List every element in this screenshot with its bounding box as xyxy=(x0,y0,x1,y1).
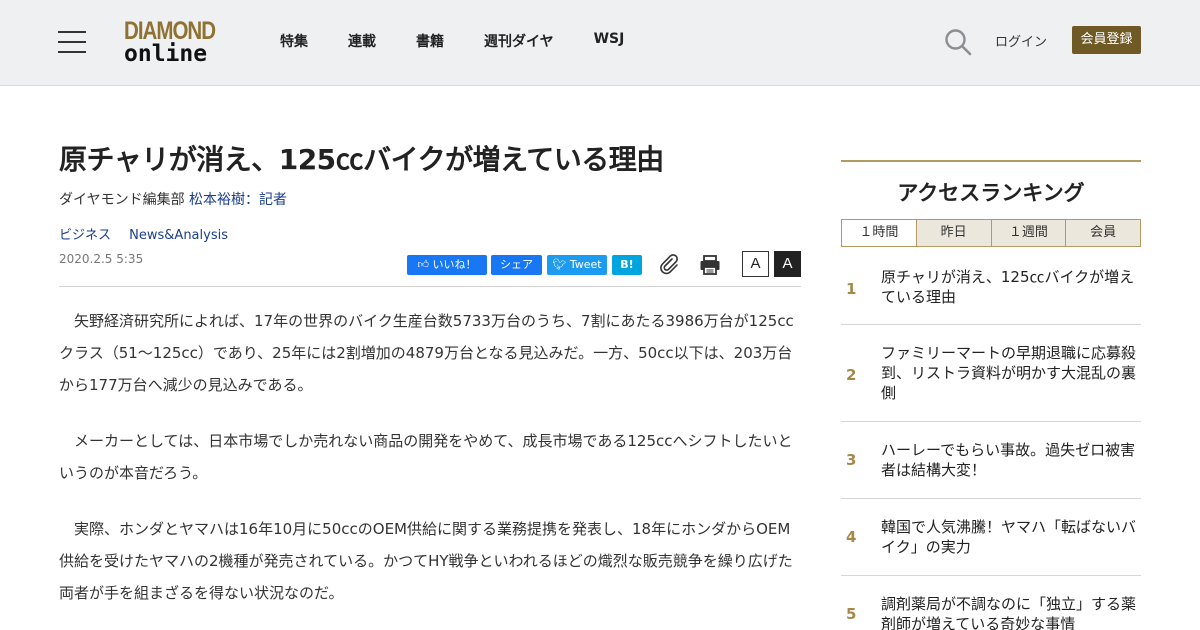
ranking-heading: アクセスランキング xyxy=(897,181,1085,205)
ranking-list: 1 原チャリが消え、125㏄バイクが増えている理由 2 ファミリーマートの早期退… xyxy=(841,247,1141,630)
tab-yesterday[interactable]: 昨日 xyxy=(916,219,992,247)
twitter-bird-icon: 🐦︎ xyxy=(552,258,567,271)
nav-item-series[interactable]: 連載 xyxy=(348,31,376,51)
article-title: 原チャリが消え、125㏄バイクが増えている理由 xyxy=(59,143,664,176)
author-link[interactable]: 松本裕樹：記者 xyxy=(189,192,287,208)
sidebar-divider xyxy=(841,160,1141,162)
font-size-normal-button[interactable]: A xyxy=(742,251,769,277)
nav-item-weekly-diamond[interactable]: 週刊ダイヤ xyxy=(484,31,554,51)
ranking-item[interactable]: 5 調剤薬局が不調なのに「独立」する薬剤師が増えている奇妙な事情 xyxy=(841,576,1141,630)
main-nav: 特集 連載 書籍 週刊ダイヤ WSJ xyxy=(280,31,664,51)
facebook-share-button[interactable]: シェア xyxy=(491,255,542,275)
rank-number: 1 xyxy=(846,280,857,298)
tag-link-business[interactable]: ビジネス xyxy=(59,228,111,243)
site-logo[interactable]: DIAMOND online xyxy=(124,17,228,67)
tweet-button[interactable]: 🐦︎ Tweet xyxy=(547,255,607,275)
login-link[interactable]: ログイン xyxy=(995,31,1047,50)
ranking-tabs: １時間 昨日 １週間 会員 xyxy=(841,219,1141,247)
tweet-label: Tweet xyxy=(569,258,602,271)
rank-number: 2 xyxy=(846,366,857,384)
article-paragraph: 実際、ホンダとヤマハは16年10月に50ccのOEM供給に関する業務提携を発表し… xyxy=(59,520,793,602)
tab-members[interactable]: 会員 xyxy=(1066,219,1141,247)
logo-top-text: DIAMOND xyxy=(124,17,216,45)
rank-number: 5 xyxy=(846,605,857,623)
logo-bottom-text: online xyxy=(124,41,208,67)
tab-1-hour[interactable]: １時間 xyxy=(841,219,917,247)
tag-link-news-analysis[interactable]: News&Analysis xyxy=(129,228,228,243)
rank-number: 3 xyxy=(846,451,857,469)
rank-title: ハーレーでもらい事故。過失ゼロ被害者は結構大変！ xyxy=(881,441,1136,479)
byline: ダイヤモンド編集部 松本裕樹：記者 xyxy=(59,189,287,209)
ranking-item[interactable]: 2 ファミリーマートの早期退職に応募殺到、リストラ資料が明かす大混乱の裏側 xyxy=(841,325,1141,422)
site-header: DIAMOND online 特集 連載 書籍 週刊ダイヤ WSJ ログイン 会… xyxy=(0,0,1200,86)
font-size-large-button[interactable]: A xyxy=(774,251,801,277)
rank-title: ファミリーマートの早期退職に応募殺到、リストラ資料が明かす大混乱の裏側 xyxy=(881,344,1137,402)
ranking-item[interactable]: 1 原チャリが消え、125㏄バイクが増えている理由 xyxy=(841,247,1141,325)
publish-date: 2020.2.5 5:35 xyxy=(59,252,144,266)
nav-item-books[interactable]: 書籍 xyxy=(416,31,444,51)
facebook-like-label: いいね！ xyxy=(432,258,477,271)
byline-department: ダイヤモンド編集部 xyxy=(59,192,185,208)
article-divider xyxy=(59,286,801,287)
rank-number: 4 xyxy=(846,528,857,546)
rank-title: 原チャリが消え、125㏄バイクが増えている理由 xyxy=(881,268,1135,306)
nav-item-wsj[interactable]: WSJ xyxy=(594,31,625,51)
nav-item-features[interactable]: 特集 xyxy=(280,31,308,51)
rank-title: 韓国で人気沸騰！ヤマハ「転ばないバイク」の実力 xyxy=(881,518,1137,556)
register-button[interactable]: 会員登録 xyxy=(1072,26,1141,54)
ranking-item[interactable]: 3 ハーレーでもらい事故。過失ゼロ被害者は結構大変！ xyxy=(841,422,1141,499)
search-icon[interactable] xyxy=(944,28,972,56)
article-paragraph: 矢野経済研究所によれば、17年の世界のバイク生産台数5733万台のうち、7割にあ… xyxy=(59,312,794,394)
rank-title: 調剤薬局が不調なのに「独立」する薬剤師が増えている奇妙な事情 xyxy=(881,595,1137,630)
hatena-bookmark-button[interactable]: B! xyxy=(612,255,642,275)
facebook-like-button[interactable]: 👍︎ いいね！ xyxy=(407,255,487,275)
paperclip-icon[interactable] xyxy=(658,253,680,275)
article-tags: ビジネス News&Analysis xyxy=(59,224,242,243)
menu-icon[interactable] xyxy=(58,31,86,53)
tab-1-week[interactable]: １週間 xyxy=(991,219,1067,247)
thumbs-up-icon: 👍︎ xyxy=(417,258,430,271)
print-icon[interactable] xyxy=(699,254,721,276)
article-paragraph: メーカーとしては、日本市場でしか売れない商品の開発をやめて、成長市場である125… xyxy=(59,432,793,482)
ranking-item[interactable]: 4 韓国で人気沸騰！ヤマハ「転ばないバイク」の実力 xyxy=(841,499,1141,576)
